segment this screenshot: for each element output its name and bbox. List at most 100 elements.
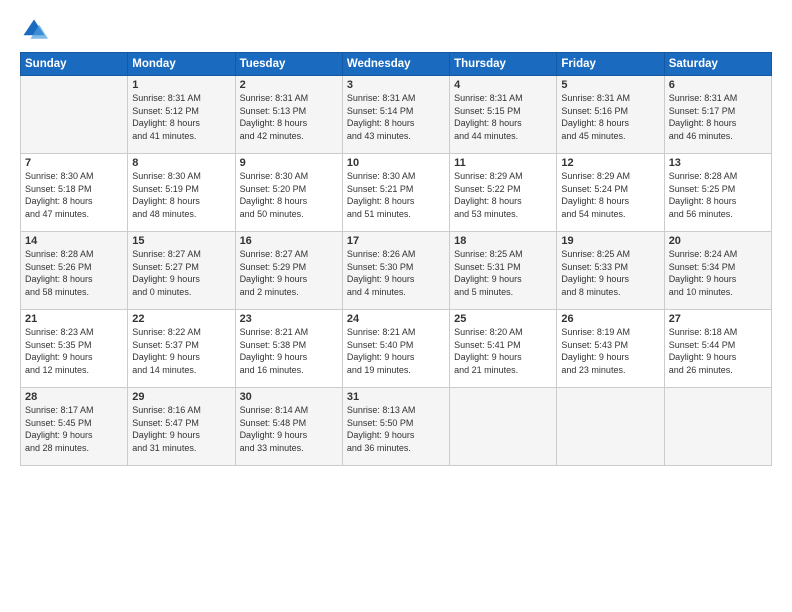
day-info: Sunrise: 8:31 AMSunset: 5:17 PMDaylight:…: [669, 92, 767, 142]
calendar-cell: 5Sunrise: 8:31 AMSunset: 5:16 PMDaylight…: [557, 76, 664, 154]
day-info: Sunrise: 8:21 AMSunset: 5:40 PMDaylight:…: [347, 326, 445, 376]
day-number: 16: [240, 235, 338, 247]
day-info: Sunrise: 8:31 AMSunset: 5:15 PMDaylight:…: [454, 92, 552, 142]
day-info: Sunrise: 8:30 AMSunset: 5:21 PMDaylight:…: [347, 170, 445, 220]
calendar-cell: 6Sunrise: 8:31 AMSunset: 5:17 PMDaylight…: [664, 76, 771, 154]
calendar-cell: 26Sunrise: 8:19 AMSunset: 5:43 PMDayligh…: [557, 310, 664, 388]
day-info: Sunrise: 8:30 AMSunset: 5:19 PMDaylight:…: [132, 170, 230, 220]
day-info: Sunrise: 8:24 AMSunset: 5:34 PMDaylight:…: [669, 248, 767, 298]
day-info: Sunrise: 8:31 AMSunset: 5:12 PMDaylight:…: [132, 92, 230, 142]
day-number: 11: [454, 157, 552, 169]
day-info: Sunrise: 8:20 AMSunset: 5:41 PMDaylight:…: [454, 326, 552, 376]
col-sunday: Sunday: [21, 53, 128, 76]
col-wednesday: Wednesday: [342, 53, 449, 76]
day-number: 4: [454, 79, 552, 91]
col-saturday: Saturday: [664, 53, 771, 76]
calendar-cell: 10Sunrise: 8:30 AMSunset: 5:21 PMDayligh…: [342, 154, 449, 232]
col-friday: Friday: [557, 53, 664, 76]
calendar-cell: 24Sunrise: 8:21 AMSunset: 5:40 PMDayligh…: [342, 310, 449, 388]
day-number: 26: [561, 313, 659, 325]
day-number: 14: [25, 235, 123, 247]
calendar-cell: 2Sunrise: 8:31 AMSunset: 5:13 PMDaylight…: [235, 76, 342, 154]
calendar-cell: 15Sunrise: 8:27 AMSunset: 5:27 PMDayligh…: [128, 232, 235, 310]
day-info: Sunrise: 8:28 AMSunset: 5:25 PMDaylight:…: [669, 170, 767, 220]
day-number: 10: [347, 157, 445, 169]
calendar-cell: 29Sunrise: 8:16 AMSunset: 5:47 PMDayligh…: [128, 388, 235, 466]
calendar-cell: 28Sunrise: 8:17 AMSunset: 5:45 PMDayligh…: [21, 388, 128, 466]
col-tuesday: Tuesday: [235, 53, 342, 76]
day-info: Sunrise: 8:30 AMSunset: 5:20 PMDaylight:…: [240, 170, 338, 220]
day-info: Sunrise: 8:30 AMSunset: 5:18 PMDaylight:…: [25, 170, 123, 220]
day-number: 18: [454, 235, 552, 247]
col-monday: Monday: [128, 53, 235, 76]
day-number: 2: [240, 79, 338, 91]
day-number: 1: [132, 79, 230, 91]
day-info: Sunrise: 8:19 AMSunset: 5:43 PMDaylight:…: [561, 326, 659, 376]
day-info: Sunrise: 8:25 AMSunset: 5:31 PMDaylight:…: [454, 248, 552, 298]
calendar-cell: 21Sunrise: 8:23 AMSunset: 5:35 PMDayligh…: [21, 310, 128, 388]
day-number: 17: [347, 235, 445, 247]
day-info: Sunrise: 8:26 AMSunset: 5:30 PMDaylight:…: [347, 248, 445, 298]
calendar-cell: 13Sunrise: 8:28 AMSunset: 5:25 PMDayligh…: [664, 154, 771, 232]
day-info: Sunrise: 8:27 AMSunset: 5:29 PMDaylight:…: [240, 248, 338, 298]
day-number: 25: [454, 313, 552, 325]
col-thursday: Thursday: [450, 53, 557, 76]
logo: [20, 16, 52, 44]
table-row: 28Sunrise: 8:17 AMSunset: 5:45 PMDayligh…: [21, 388, 772, 466]
calendar-cell: 18Sunrise: 8:25 AMSunset: 5:31 PMDayligh…: [450, 232, 557, 310]
calendar-cell: [21, 76, 128, 154]
calendar-cell: 16Sunrise: 8:27 AMSunset: 5:29 PMDayligh…: [235, 232, 342, 310]
day-number: 15: [132, 235, 230, 247]
day-info: Sunrise: 8:22 AMSunset: 5:37 PMDaylight:…: [132, 326, 230, 376]
day-info: Sunrise: 8:16 AMSunset: 5:47 PMDaylight:…: [132, 404, 230, 454]
calendar-cell: 25Sunrise: 8:20 AMSunset: 5:41 PMDayligh…: [450, 310, 557, 388]
day-number: 8: [132, 157, 230, 169]
day-number: 20: [669, 235, 767, 247]
calendar-table: Sunday Monday Tuesday Wednesday Thursday…: [20, 52, 772, 466]
calendar-cell: 8Sunrise: 8:30 AMSunset: 5:19 PMDaylight…: [128, 154, 235, 232]
header: [20, 16, 772, 44]
header-row: Sunday Monday Tuesday Wednesday Thursday…: [21, 53, 772, 76]
day-number: 12: [561, 157, 659, 169]
day-number: 31: [347, 391, 445, 403]
calendar-cell: 11Sunrise: 8:29 AMSunset: 5:22 PMDayligh…: [450, 154, 557, 232]
calendar-cell: [664, 388, 771, 466]
calendar-cell: 23Sunrise: 8:21 AMSunset: 5:38 PMDayligh…: [235, 310, 342, 388]
day-info: Sunrise: 8:31 AMSunset: 5:13 PMDaylight:…: [240, 92, 338, 142]
day-number: 3: [347, 79, 445, 91]
day-info: Sunrise: 8:27 AMSunset: 5:27 PMDaylight:…: [132, 248, 230, 298]
day-info: Sunrise: 8:18 AMSunset: 5:44 PMDaylight:…: [669, 326, 767, 376]
day-number: 30: [240, 391, 338, 403]
day-info: Sunrise: 8:29 AMSunset: 5:22 PMDaylight:…: [454, 170, 552, 220]
day-info: Sunrise: 8:29 AMSunset: 5:24 PMDaylight:…: [561, 170, 659, 220]
calendar-cell: 14Sunrise: 8:28 AMSunset: 5:26 PMDayligh…: [21, 232, 128, 310]
calendar-cell: 19Sunrise: 8:25 AMSunset: 5:33 PMDayligh…: [557, 232, 664, 310]
table-row: 1Sunrise: 8:31 AMSunset: 5:12 PMDaylight…: [21, 76, 772, 154]
calendar-cell: 30Sunrise: 8:14 AMSunset: 5:48 PMDayligh…: [235, 388, 342, 466]
calendar-cell: [557, 388, 664, 466]
calendar-cell: 4Sunrise: 8:31 AMSunset: 5:15 PMDaylight…: [450, 76, 557, 154]
day-number: 23: [240, 313, 338, 325]
day-info: Sunrise: 8:13 AMSunset: 5:50 PMDaylight:…: [347, 404, 445, 454]
day-info: Sunrise: 8:31 AMSunset: 5:14 PMDaylight:…: [347, 92, 445, 142]
page: Sunday Monday Tuesday Wednesday Thursday…: [0, 0, 792, 612]
day-number: 5: [561, 79, 659, 91]
day-number: 19: [561, 235, 659, 247]
calendar-cell: 3Sunrise: 8:31 AMSunset: 5:14 PMDaylight…: [342, 76, 449, 154]
day-number: 22: [132, 313, 230, 325]
calendar-cell: 1Sunrise: 8:31 AMSunset: 5:12 PMDaylight…: [128, 76, 235, 154]
day-info: Sunrise: 8:25 AMSunset: 5:33 PMDaylight:…: [561, 248, 659, 298]
calendar-cell: 12Sunrise: 8:29 AMSunset: 5:24 PMDayligh…: [557, 154, 664, 232]
logo-icon: [20, 16, 48, 44]
calendar-cell: 20Sunrise: 8:24 AMSunset: 5:34 PMDayligh…: [664, 232, 771, 310]
day-number: 6: [669, 79, 767, 91]
day-number: 7: [25, 157, 123, 169]
table-row: 21Sunrise: 8:23 AMSunset: 5:35 PMDayligh…: [21, 310, 772, 388]
day-number: 29: [132, 391, 230, 403]
day-number: 24: [347, 313, 445, 325]
day-info: Sunrise: 8:23 AMSunset: 5:35 PMDaylight:…: [25, 326, 123, 376]
table-row: 14Sunrise: 8:28 AMSunset: 5:26 PMDayligh…: [21, 232, 772, 310]
day-info: Sunrise: 8:14 AMSunset: 5:48 PMDaylight:…: [240, 404, 338, 454]
calendar-cell: 17Sunrise: 8:26 AMSunset: 5:30 PMDayligh…: [342, 232, 449, 310]
calendar-cell: 7Sunrise: 8:30 AMSunset: 5:18 PMDaylight…: [21, 154, 128, 232]
